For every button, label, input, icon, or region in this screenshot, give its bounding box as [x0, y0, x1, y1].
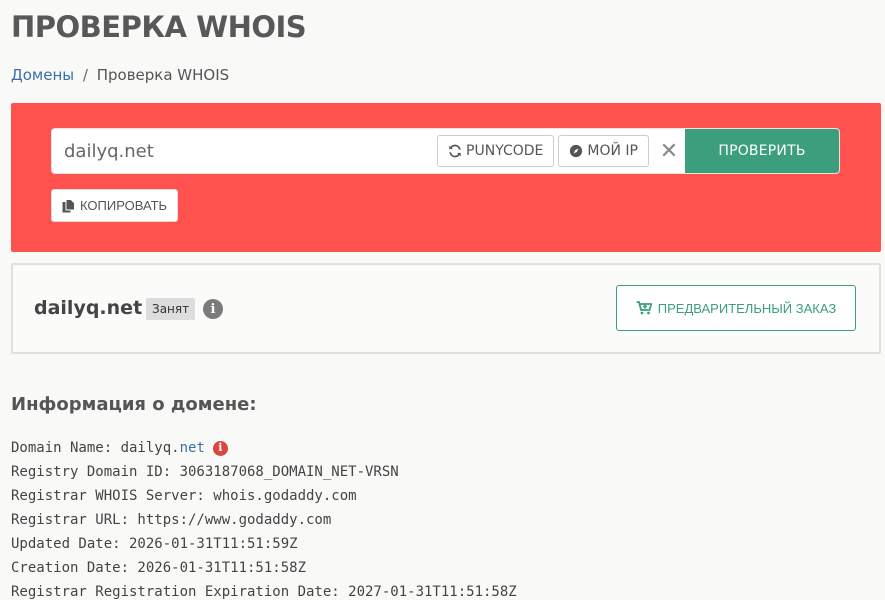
copy-icon — [62, 198, 75, 213]
whois-line: Registrar Registration Expiration Date: … — [11, 584, 517, 600]
copy-label: КОПИРОВАТЬ — [80, 198, 168, 213]
breadcrumb: Домены / Проверка WHOIS — [11, 66, 229, 84]
preorder-button[interactable]: ПРЕДВАРИТЕЛЬНЫЙ ЗАКАЗ — [616, 285, 856, 331]
search-bar: PUNYCODE МОЙ IP ✕ ПРОВЕРИТЬ — [51, 128, 840, 174]
clear-icon[interactable]: ✕ — [653, 135, 685, 167]
my-ip-button[interactable]: МОЙ IP — [558, 135, 649, 167]
preorder-label: ПРЕДВАРИТЕЛЬНЫЙ ЗАКАЗ — [657, 300, 837, 316]
status-badge: Занят — [146, 298, 196, 320]
check-button[interactable]: ПРОВЕРИТЬ — [685, 129, 839, 173]
whois-line: Creation Date: 2026-01-31T11:51:58Z — [11, 560, 307, 576]
punycode-label: PUNYCODE — [466, 143, 544, 159]
domain-info-heading: Информация о домене: — [11, 394, 257, 415]
refresh-icon — [448, 144, 462, 158]
whois-domain-label: Domain Name: — [11, 440, 121, 456]
info-icon[interactable]: i — [203, 299, 223, 319]
whois-tld-link[interactable]: net — [180, 438, 205, 458]
breadcrumb-current: Проверка WHOIS — [96, 66, 230, 84]
whois-record: Domain Name: dailyq. net i Registry Doma… — [11, 436, 517, 600]
my-ip-label: МОЙ IP — [587, 143, 638, 159]
whois-line: Domain Name: dailyq. net i — [11, 436, 517, 460]
compass-icon — [569, 144, 583, 158]
punycode-button[interactable]: PUNYCODE — [437, 135, 555, 167]
search-panel: PUNYCODE МОЙ IP ✕ ПРОВЕРИТЬ КОПИРОВАТЬ — [11, 103, 881, 252]
cart-icon — [636, 301, 652, 315]
copy-button[interactable]: КОПИРОВАТЬ — [51, 189, 179, 222]
breadcrumb-separator: / — [82, 66, 88, 84]
alert-info-icon[interactable]: i — [212, 440, 228, 456]
domain-search-input[interactable] — [52, 129, 438, 173]
whois-line: Registry Domain ID: 3063187068_DOMAIN_NE… — [11, 464, 399, 480]
breadcrumb-domains-link[interactable]: Домены — [11, 66, 74, 84]
whois-line: Registrar URL: https://www.godaddy.com — [11, 512, 332, 528]
whois-domain-prefix: dailyq. — [120, 440, 180, 456]
result-card: dailyq.net Занят i ПРЕДВАРИТЕЛЬНЫЙ ЗАКАЗ — [11, 263, 881, 354]
whois-line: Registrar WHOIS Server: whois.godaddy.co… — [11, 488, 357, 504]
result-domain-name: dailyq.net — [34, 297, 143, 319]
page-title: ПРОВЕРКА WHOIS — [11, 10, 307, 44]
whois-line: Updated Date: 2026-01-31T11:51:59Z — [11, 536, 298, 552]
